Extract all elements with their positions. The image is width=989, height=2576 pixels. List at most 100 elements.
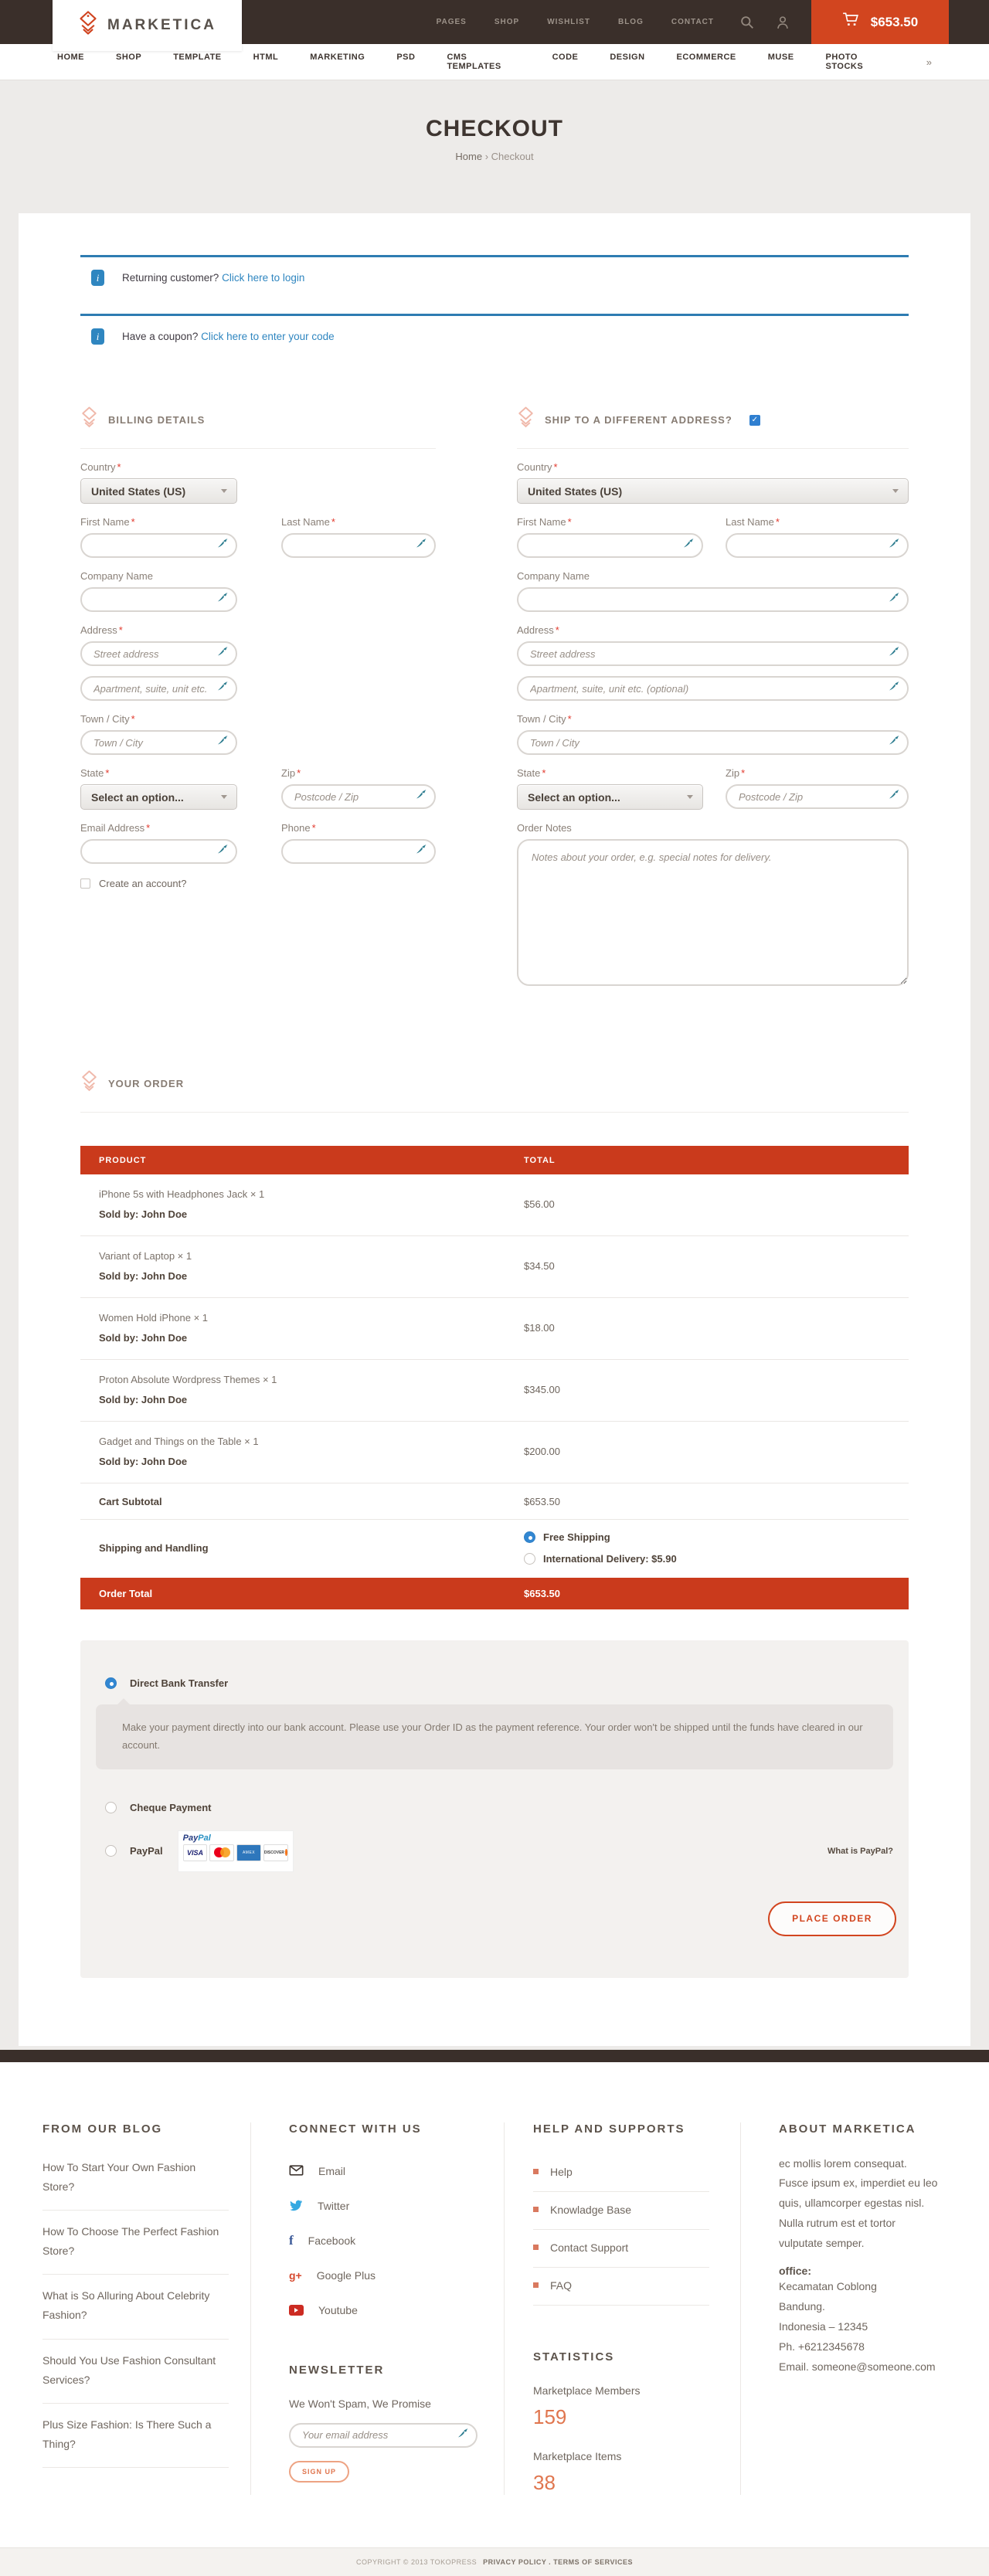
- billing-company-input[interactable]: [93, 594, 214, 606]
- blog-post-link[interactable]: What is So Alluring About Celebrity Fash…: [42, 2275, 229, 2339]
- breadcrumb: Home › Checkout: [0, 151, 989, 162]
- shipping-town-input[interactable]: [530, 737, 885, 749]
- billing-email-input[interactable]: [93, 846, 214, 858]
- ship-different-checkbox[interactable]: ✓: [749, 415, 760, 426]
- billing-first-name-input[interactable]: [93, 540, 214, 552]
- items-count: 38: [533, 2471, 709, 2495]
- breadcrumb-home-link[interactable]: Home: [455, 151, 482, 162]
- free-shipping-radio[interactable]: [524, 1531, 535, 1543]
- shipping-first-name-input[interactable]: [530, 540, 680, 552]
- coupon-link[interactable]: Click here to enter your code: [201, 331, 335, 342]
- social-youtube-link[interactable]: Youtube: [289, 2293, 478, 2328]
- autofill-icon[interactable]: [888, 735, 900, 751]
- autofill-icon[interactable]: [216, 681, 229, 697]
- international-delivery-radio[interactable]: [524, 1553, 535, 1565]
- shipping-address1-input[interactable]: [530, 648, 885, 660]
- help-link[interactable]: Help: [533, 2154, 709, 2192]
- order-notes-textarea[interactable]: [517, 839, 909, 986]
- billing-country-select[interactable]: United States (US): [80, 478, 237, 504]
- category-nav-item[interactable]: SHOP: [116, 53, 141, 71]
- billing-phone-input[interactable]: [294, 846, 413, 858]
- header-nav-item[interactable]: SHOP: [494, 18, 519, 26]
- help-link[interactable]: FAQ: [533, 2268, 709, 2306]
- autofill-icon[interactable]: [682, 538, 695, 554]
- billing-state-select[interactable]: Select an option...: [80, 784, 237, 810]
- billing-town-input[interactable]: [93, 737, 214, 749]
- create-account-checkbox[interactable]: [80, 878, 90, 889]
- autofill-icon[interactable]: [888, 538, 900, 554]
- category-nav-item[interactable]: TEMPLATE: [173, 53, 221, 71]
- shipping-company-input[interactable]: [530, 594, 885, 606]
- help-link[interactable]: Contact Support: [533, 2230, 709, 2268]
- billing-address1-input[interactable]: [93, 648, 214, 660]
- order-table-header: PRODUCT TOTAL: [80, 1146, 909, 1174]
- billing-last-name-input[interactable]: [294, 540, 413, 552]
- legal-links[interactable]: PRIVACY POLICY . TERMS OF SERVICES: [483, 2558, 633, 2566]
- autofill-icon[interactable]: [888, 789, 900, 805]
- nav-more-icon[interactable]: »: [926, 56, 932, 68]
- shipping-country-select[interactable]: United States (US): [517, 478, 909, 504]
- category-nav-item[interactable]: MUSE: [768, 53, 794, 71]
- billing-zip-input[interactable]: [294, 791, 413, 803]
- category-nav-item[interactable]: HOME: [57, 53, 84, 71]
- category-nav-item[interactable]: CMS TEMPLATES: [447, 53, 520, 71]
- autofill-icon[interactable]: [415, 538, 427, 554]
- autofill-icon[interactable]: [888, 592, 900, 608]
- paypal-radio[interactable]: [105, 1845, 117, 1857]
- category-nav-item[interactable]: CODE: [552, 53, 579, 71]
- billing-address2-input[interactable]: [93, 683, 214, 695]
- search-icon[interactable]: [740, 15, 754, 29]
- autofill-icon[interactable]: [415, 789, 427, 805]
- autofill-icon[interactable]: [216, 592, 229, 608]
- shipping-state-select[interactable]: Select an option...: [517, 784, 703, 810]
- autofill-icon[interactable]: [216, 735, 229, 751]
- social-facebook-link[interactable]: f Facebook: [289, 2224, 478, 2258]
- category-nav-item[interactable]: PSD: [396, 53, 415, 71]
- autofill-icon[interactable]: [457, 2427, 469, 2443]
- cart-subtotal-row: Cart Subtotal $653.50: [80, 1483, 909, 1520]
- newsletter-email-input[interactable]: [302, 2429, 454, 2441]
- autofill-icon[interactable]: [216, 646, 229, 662]
- autofill-icon[interactable]: [216, 844, 229, 860]
- header-nav-item[interactable]: BLOG: [618, 18, 644, 26]
- category-nav-item[interactable]: HTML: [253, 53, 279, 71]
- bank-transfer-radio[interactable]: [105, 1677, 117, 1689]
- shipping-address2-input[interactable]: [530, 683, 885, 695]
- autofill-icon[interactable]: [415, 844, 427, 860]
- place-order-button[interactable]: PLACE ORDER: [768, 1901, 896, 1936]
- autofill-icon[interactable]: [888, 646, 900, 662]
- blog-post-link[interactable]: Should You Use Fashion Consultant Servic…: [42, 2340, 229, 2404]
- logo[interactable]: MARKETICA: [53, 0, 242, 51]
- header-nav-item[interactable]: CONTACT: [671, 18, 714, 26]
- category-nav-item[interactable]: ECOMMERCE: [677, 53, 736, 71]
- blog-post-link[interactable]: Plus Size Fashion: Is There Such a Thing…: [42, 2404, 229, 2468]
- blog-post-link[interactable]: How To Start Your Own Fashion Store?: [42, 2146, 229, 2211]
- social-email-link[interactable]: Email: [289, 2154, 478, 2189]
- blog-post-link[interactable]: How To Choose The Perfect Fashion Store?: [42, 2211, 229, 2275]
- social-twitter-link[interactable]: Twitter: [289, 2189, 478, 2224]
- members-count: 159: [533, 2405, 709, 2429]
- category-nav-item[interactable]: PHOTO STOCKS: [826, 53, 895, 71]
- shipping-zip-input[interactable]: [739, 791, 885, 803]
- account-icon[interactable]: [776, 15, 790, 29]
- header-nav-item[interactable]: WISHLIST: [547, 18, 590, 26]
- shipping-form: SHIP TO A DIFFERENT ADDRESS? ✓ Country* …: [517, 406, 909, 990]
- shipping-last-name-input[interactable]: [739, 540, 885, 552]
- signup-button[interactable]: SIGN UP: [289, 2461, 349, 2483]
- cart-button[interactable]: $653.50: [811, 0, 949, 44]
- logo-text: MARKETICA: [107, 17, 216, 34]
- header-nav-item[interactable]: PAGES: [437, 18, 467, 26]
- social-googleplus-link[interactable]: g+ Google Plus: [289, 2258, 478, 2293]
- category-nav-item[interactable]: MARKETING: [310, 53, 365, 71]
- autofill-icon[interactable]: [216, 538, 229, 554]
- login-link[interactable]: Click here to login: [222, 272, 304, 284]
- copyright-text: COPYRIGHT © 2013 TOKOPRESS: [356, 2558, 477, 2566]
- help-link[interactable]: Knowladge Base: [533, 2192, 709, 2230]
- category-nav-item[interactable]: DESIGN: [610, 53, 644, 71]
- chevron-down-icon: [892, 489, 899, 493]
- bank-transfer-description: Make your payment directly into our bank…: [96, 1704, 893, 1769]
- newsletter-block: NEWSLETTER We Won't Spam, We Promise SIG…: [289, 2364, 478, 2483]
- what-is-paypal-link[interactable]: What is PayPal?: [828, 1847, 893, 1856]
- autofill-icon[interactable]: [888, 681, 900, 697]
- cheque-payment-radio[interactable]: [105, 1802, 117, 1813]
